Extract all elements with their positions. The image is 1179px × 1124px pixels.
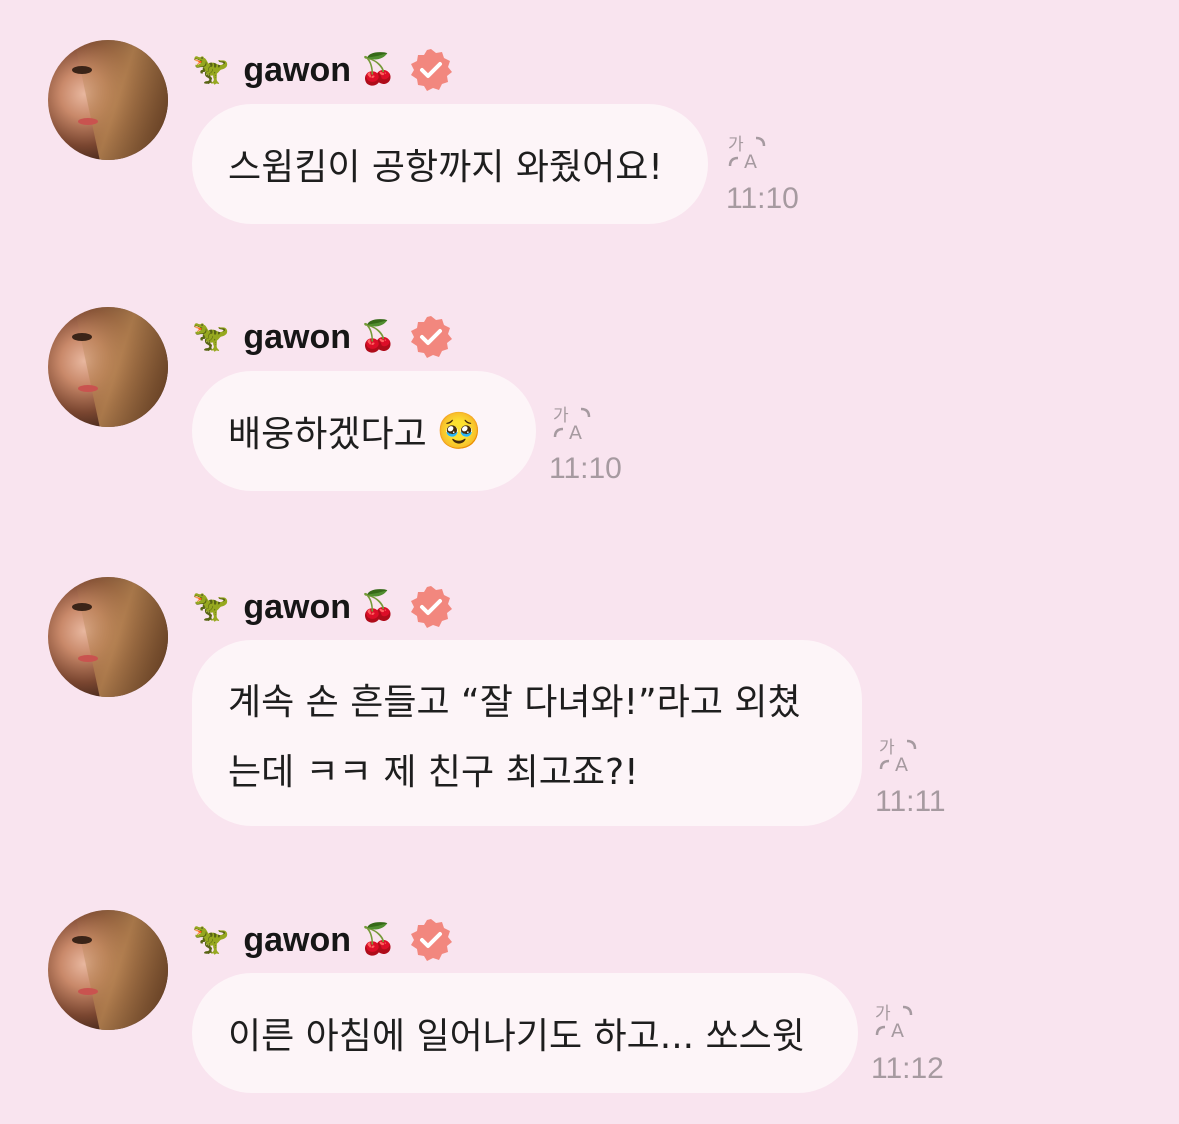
message-text: 배웅하겠다고 — [228, 414, 427, 455]
avatar[interactable] — [48, 40, 168, 160]
pleading-face-emoji: 🥹 — [436, 411, 482, 452]
message-text-line-2: 는데 ㅋㅋ 제 친구 최고죠?! — [228, 752, 639, 793]
sender-row: 🦖 gawon 🍒 — [192, 585, 454, 629]
dinosaur-emoji: 🦖 — [192, 922, 230, 957]
translate-icon[interactable]: 가 A — [726, 132, 770, 172]
sender-name[interactable]: gawon — [243, 588, 351, 627]
verified-badge-icon — [411, 49, 453, 91]
message-bubble[interactable]: 배웅하겠다고 🥹 — [192, 371, 536, 491]
svg-text:가: 가 — [879, 738, 895, 758]
avatar[interactable] — [48, 307, 168, 427]
message-text: 이른 아침에 일어나기도 하고... 쏘스윗 — [228, 1016, 805, 1057]
sender-row: 🦖 gawon 🍒 — [192, 918, 454, 962]
avatar[interactable] — [48, 577, 168, 697]
message-text: 스윔킴이 공항까지 와줬어요! — [228, 147, 663, 188]
sender-name[interactable]: gawon — [243, 318, 351, 357]
dinosaur-emoji: 🦖 — [192, 319, 230, 354]
timestamp: 11:10 — [726, 182, 799, 215]
timestamp: 11:11 — [875, 785, 946, 818]
sender-row: 🦖 gawon 🍒 — [192, 48, 454, 92]
message-bubble[interactable]: 이른 아침에 일어나기도 하고... 쏘스윗 — [192, 973, 858, 1093]
sender-name[interactable]: gawon — [243, 51, 351, 90]
message-bubble[interactable]: 계속 손 흔들고 “잘 다녀와!”라고 외쳤 는데 ㅋㅋ 제 친구 최고죠?! — [192, 640, 862, 826]
verified-badge-icon — [411, 919, 453, 961]
cherry-emoji: 🍒 — [359, 319, 397, 354]
cherry-emoji: 🍒 — [359, 52, 397, 87]
verified-badge-icon — [411, 316, 453, 358]
dinosaur-emoji: 🦖 — [192, 52, 230, 87]
svg-text:A: A — [891, 1020, 904, 1041]
avatar[interactable] — [48, 910, 168, 1030]
timestamp: 11:10 — [549, 452, 622, 485]
svg-text:A: A — [569, 422, 582, 443]
svg-text:가: 가 — [875, 1004, 891, 1024]
svg-text:A: A — [895, 754, 908, 775]
svg-text:가: 가 — [553, 406, 569, 426]
message-bubble[interactable]: 스윔킴이 공항까지 와줬어요! — [192, 104, 708, 224]
dinosaur-emoji: 🦖 — [192, 589, 230, 624]
timestamp: 11:12 — [871, 1052, 944, 1085]
cherry-emoji: 🍒 — [359, 922, 397, 957]
sender-row: 🦖 gawon 🍒 — [192, 315, 454, 359]
cherry-emoji: 🍒 — [359, 589, 397, 624]
svg-text:A: A — [744, 151, 757, 172]
svg-text:가: 가 — [728, 135, 744, 155]
verified-badge-icon — [411, 586, 453, 628]
sender-name[interactable]: gawon — [243, 921, 351, 960]
message-text-line-1: 계속 손 흔들고 “잘 다녀와!”라고 외쳤 — [228, 682, 801, 723]
translate-icon[interactable]: 가 A — [873, 1001, 917, 1041]
translate-icon[interactable]: 가 A — [877, 735, 921, 775]
translate-icon[interactable]: 가 A — [551, 403, 595, 443]
